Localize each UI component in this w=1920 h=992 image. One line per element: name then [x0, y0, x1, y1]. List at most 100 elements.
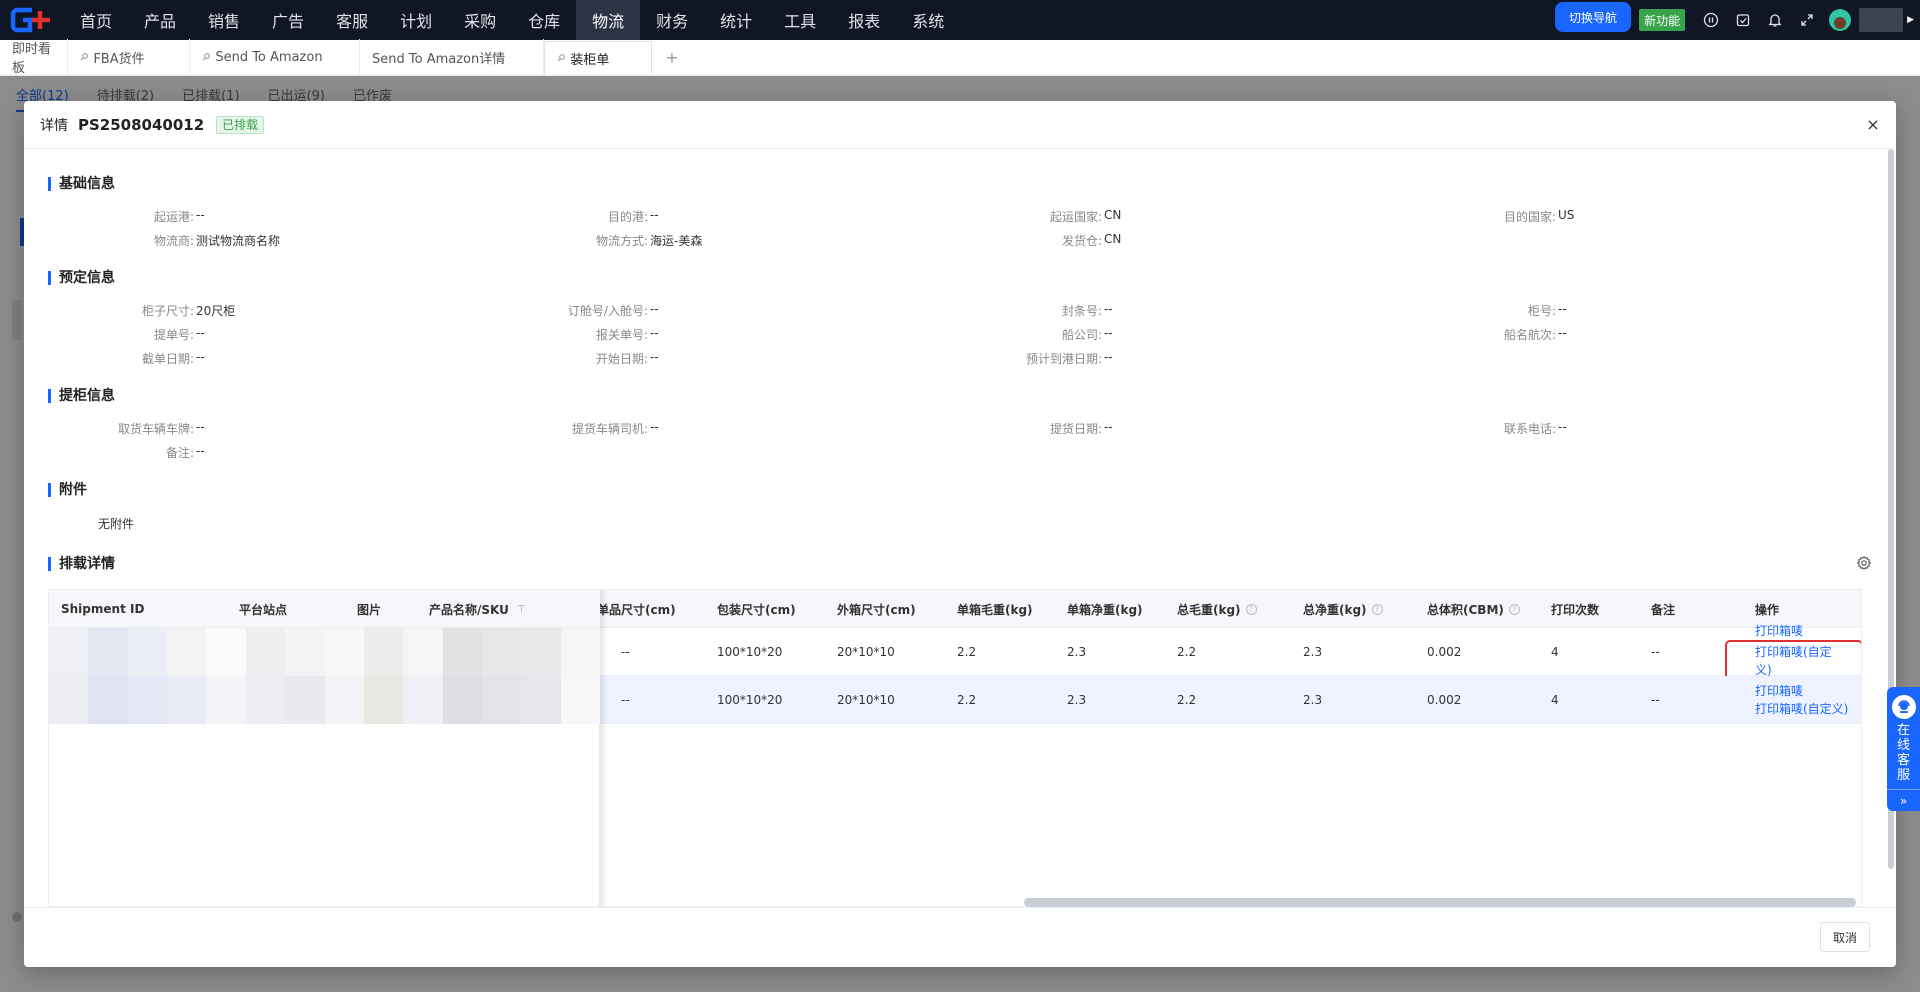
column-header-label: 操作 [1755, 602, 1780, 617]
table-cell: 2.2 [957, 693, 977, 707]
field-value: -- [650, 302, 659, 316]
column-header-label: 单品尺寸(cm) [597, 602, 676, 617]
help-icon[interactable]: ? [1508, 603, 1520, 615]
nav-item[interactable]: 销售 [192, 0, 256, 40]
bell-icon[interactable] [1759, 0, 1791, 40]
nav-item[interactable]: 计划 [384, 0, 448, 40]
field-value: -- [196, 420, 205, 434]
column-header-label: 总毛重(kg) [1177, 602, 1241, 617]
support-label: 在线客服 [1896, 723, 1910, 783]
redacted-block [285, 676, 325, 724]
column-header: 打印次数 [1551, 590, 1599, 628]
info-field: 备注: -- [54, 444, 205, 461]
info-field: 订舱号/入舱号: -- [508, 302, 659, 319]
help-icon[interactable]: ? [1371, 603, 1383, 615]
attachment-empty-text: 无附件 [98, 517, 135, 531]
redacted-block [363, 628, 404, 676]
info-field: 取货车辆车牌: -- [54, 420, 205, 437]
pin-icon[interactable]: ⚲ [77, 51, 90, 64]
close-icon[interactable]: × [1864, 115, 1882, 134]
expand-arrow-icon[interactable]: » [1887, 789, 1920, 811]
field-value: -- [196, 326, 205, 340]
avatar[interactable] [1829, 9, 1852, 31]
section-booking-info: 预定信息 [48, 271, 115, 285]
add-tab-button[interactable]: + [652, 39, 692, 75]
fixed-column-header: 产品名称/SKU ⊤ [429, 590, 526, 628]
redacted-block [324, 628, 364, 676]
pause-icon[interactable] [1695, 0, 1727, 40]
new-feature-badge[interactable]: 新功能 [1639, 9, 1686, 31]
info-field: 船名航次: -- [1416, 326, 1567, 343]
gear-icon[interactable] [1856, 555, 1872, 571]
column-header: 总体积(CBM)? [1427, 590, 1520, 628]
table-cell: 0.002 [1427, 693, 1462, 707]
field-label: 预计到港日期: [1025, 352, 1102, 366]
info-field: 封条号: -- [962, 302, 1113, 319]
print-label-link[interactable]: 打印箱唛 [1755, 622, 1803, 640]
table-cell: 0.002 [1427, 645, 1462, 659]
info-field: 物流方式: 海运-美森 [508, 232, 702, 249]
tab-label: 即时看板 [12, 42, 52, 76]
nav-item[interactable]: 报表 [832, 0, 896, 40]
column-header: 包装尺寸(cm) [717, 590, 796, 628]
nav-item[interactable]: 统计 [704, 0, 768, 40]
help-icon[interactable]: ? [1245, 603, 1257, 615]
nav-item[interactable]: 物流 [576, 0, 641, 40]
redacted-block [49, 628, 89, 676]
field-label: 目的港: [607, 210, 648, 224]
column-header: 单箱净重(kg) [1067, 590, 1143, 628]
field-label: 提单号: [153, 328, 194, 342]
nav-item[interactable]: 产品 [128, 0, 192, 40]
switch-nav-button[interactable]: 切换导航 [1555, 2, 1632, 32]
redacted-block [88, 628, 128, 676]
nav-item[interactable]: 采购 [448, 0, 512, 40]
cancel-button[interactable]: 取消 [1819, 922, 1870, 952]
field-value: -- [1104, 302, 1113, 316]
column-header-label: 外箱尺寸(cm) [837, 602, 916, 617]
tab-item[interactable]: Send To Amazon详情 [360, 39, 544, 75]
field-label: 目的国家: [1503, 210, 1556, 224]
redacted-block [363, 676, 404, 724]
filter-icon[interactable]: ⊤ [517, 604, 526, 615]
tab-label: 装柜单 [570, 53, 610, 68]
tab-item[interactable]: ⚲ Send To Amazon [190, 39, 360, 75]
column-header: 单品尺寸(cm) [597, 590, 676, 628]
task-icon[interactable] [1727, 0, 1759, 40]
online-support-widget[interactable]: 在线客服 » [1887, 687, 1920, 811]
nav-item[interactable]: 仓库 [512, 0, 576, 40]
column-header-label: 平台站点 [239, 602, 288, 617]
table-cell: 2.3 [1067, 645, 1087, 659]
redacted-block [88, 676, 128, 724]
info-field: 柜子尺寸: 20尺柜 [54, 302, 235, 319]
username-redacted[interactable] [1859, 8, 1904, 32]
detail-modal: 详情 PS2508040012 已排载 × 基础信息 起运港: -- 目的港: -- 起… [24, 101, 1896, 967]
nav-item[interactable]: 系统 [896, 0, 960, 40]
nav-item[interactable]: 首页 [64, 0, 128, 40]
nav-item[interactable]: 财务 [640, 0, 704, 40]
tab-item[interactable]: ⚲ FBA货件 [68, 39, 190, 75]
print-label-custom-link[interactable]: 打印箱唛(自定义) [1755, 700, 1848, 718]
fullscreen-icon[interactable] [1791, 0, 1823, 40]
field-value: CN [1104, 232, 1122, 246]
tab-label: Send To Amazon [215, 49, 323, 65]
column-header-label: 总体积(CBM) [1427, 602, 1504, 617]
redacted-row-2 [49, 676, 601, 724]
redacted-block [324, 676, 364, 724]
horizontal-scrollbar[interactable] [1024, 898, 1856, 907]
logo[interactable] [0, 0, 64, 40]
field-label: 订舱号/入舱号: [567, 304, 648, 318]
nav-item[interactable]: 工具 [768, 0, 832, 40]
tab-label: FBA货件 [93, 51, 145, 67]
column-header-label: Shipment ID [61, 602, 145, 616]
caret-right-icon[interactable]: ▶ [1907, 15, 1914, 25]
nav-item[interactable]: 客服 [320, 0, 384, 40]
field-label: 柜子尺寸: [141, 304, 194, 318]
print-label-link[interactable]: 打印箱唛 [1755, 682, 1803, 700]
nav-item[interactable]: 广告 [256, 0, 320, 40]
action-cell: 打印箱唛 打印箱唛(自定义) [1725, 624, 1861, 682]
info-field: 发货仓: CN [962, 232, 1121, 249]
tab-item[interactable]: ⚲ 装柜单 [544, 41, 652, 75]
tab-item[interactable]: 即时看板 [0, 39, 68, 76]
pin-icon[interactable]: ⚲ [554, 52, 567, 65]
pin-icon[interactable]: ⚲ [199, 51, 212, 64]
